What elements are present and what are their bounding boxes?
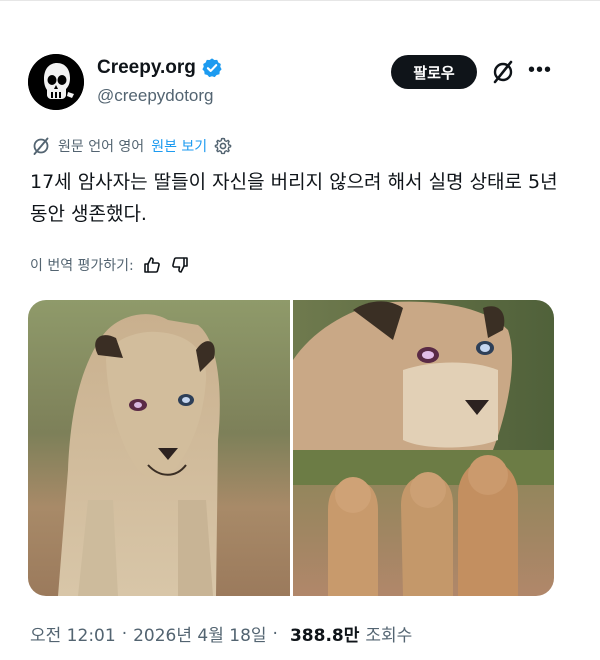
author-display-name[interactable]: Creepy.org [97, 57, 196, 79]
lioness-portrait-photo[interactable] [28, 300, 290, 596]
tweet-meta: 오전 12:01 · 2026년 4월 18일 · 388.8만 조회수 [30, 621, 413, 647]
separator: · [121, 623, 128, 644]
tweet-text: 17세 암사자는 딸들이 자신을 버리지 않으려 해서 실명 상태로 5년 동안… [30, 171, 558, 225]
views-count: 388.8만 [289, 626, 360, 646]
media-grid [28, 300, 554, 596]
lioness-closeup-and-three-lionesses-photo[interactable] [293, 300, 554, 596]
tweet-date[interactable]: 2026년 4월 18일 [133, 621, 266, 646]
translate-icon [33, 137, 49, 155]
grok-icon[interactable] [489, 58, 517, 86]
tweet-time[interactable]: 오전 12:01 [30, 621, 116, 646]
skull-icon [28, 54, 84, 110]
thumbs-down-icon[interactable] [170, 255, 190, 275]
views-label: 조회수 [365, 626, 413, 646]
author-name-row[interactable]: Creepy.org [97, 57, 223, 79]
separator: · [272, 623, 278, 644]
show-original-link[interactable]: 원본 보기 [151, 136, 207, 156]
more-icon[interactable]: ••• [526, 60, 554, 84]
thumbs-up-icon[interactable] [142, 255, 162, 275]
follow-button[interactable]: 팔로우 [391, 55, 477, 89]
translation-bar: 원문 언어 영어 원본 보기 [30, 135, 233, 157]
author-handle[interactable]: @creepydotorg [97, 86, 214, 106]
verified-badge-icon [202, 58, 222, 78]
gear-icon[interactable] [213, 136, 233, 156]
rating-label: 이 번역 평가하기: [30, 258, 134, 274]
avatar[interactable] [28, 54, 84, 110]
top-divider [0, 0, 600, 1]
translation-rating: 이 번역 평가하기: [30, 255, 190, 275]
translation-label: 원문 언어 영어 [58, 139, 145, 155]
